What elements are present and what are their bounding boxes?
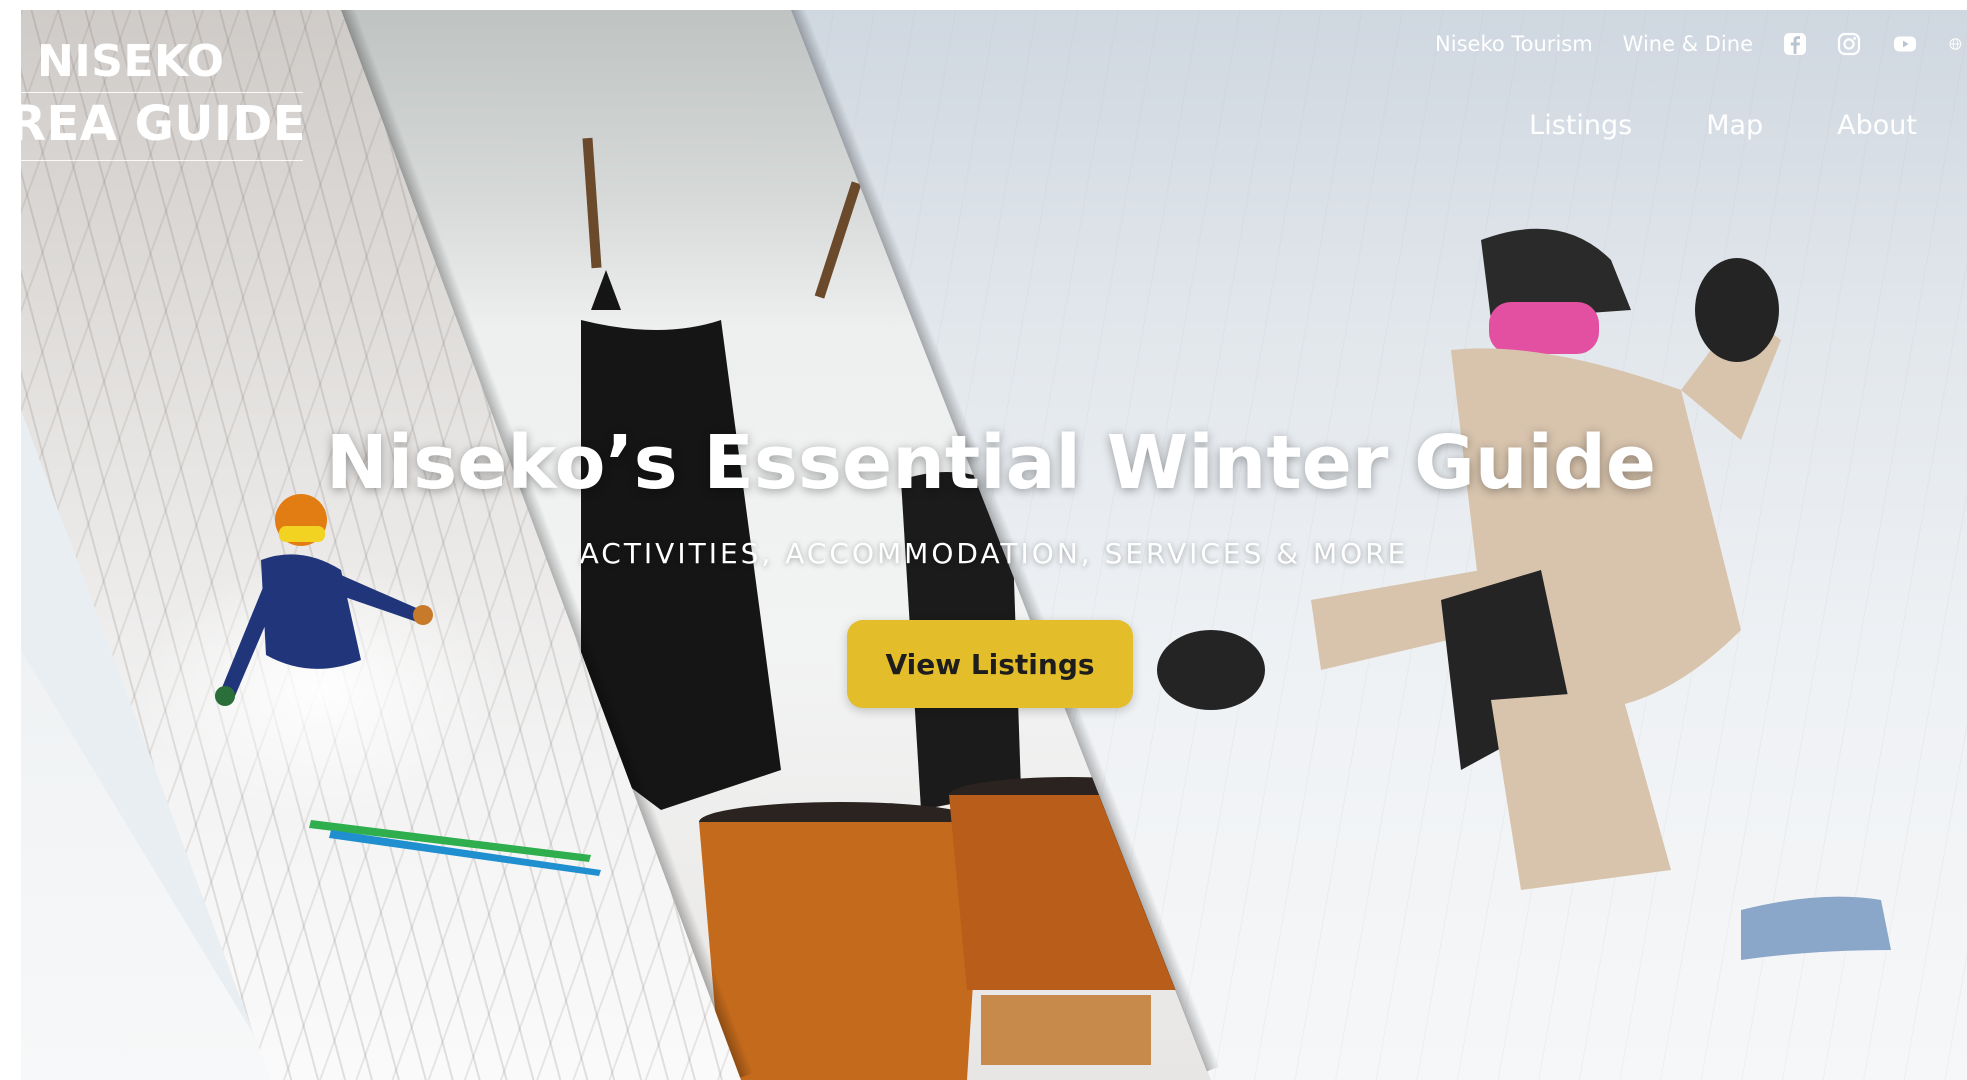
nav-map[interactable]: Map [1706, 110, 1763, 141]
hero-subtitle: ACTIVITIES, ACCOMMODATION, SERVICES & MO… [579, 537, 1409, 570]
hero-title: Niseko’s Essential Winter Guide [325, 420, 1657, 506]
youtube-icon[interactable] [1891, 32, 1919, 56]
logo-line-2: REA GUIDE [21, 96, 306, 152]
niseko-tourism-link[interactable]: Niseko Tourism [1435, 32, 1593, 56]
hero-section: NISEKO REA GUIDE Niseko Tourism Wine & D… [21, 10, 1967, 1080]
view-listings-button[interactable]: View Listings [847, 620, 1133, 708]
facebook-icon[interactable] [1783, 32, 1807, 56]
logo-line-1: NISEKO [37, 36, 225, 87]
view-listings-label: View Listings [885, 647, 1095, 681]
logo-rule [21, 160, 303, 161]
utility-nav: Niseko Tourism Wine & Dine E [1435, 32, 1967, 56]
main-nav: Listings Map About [1529, 110, 1917, 141]
wine-dine-link[interactable]: Wine & Dine [1623, 32, 1753, 56]
globe-icon [1949, 38, 1962, 50]
logo-rule [21, 92, 303, 93]
nav-about[interactable]: About [1837, 110, 1917, 141]
language-selector[interactable]: E [1949, 32, 1967, 56]
instagram-icon[interactable] [1837, 32, 1861, 56]
nav-listings[interactable]: Listings [1529, 110, 1632, 141]
